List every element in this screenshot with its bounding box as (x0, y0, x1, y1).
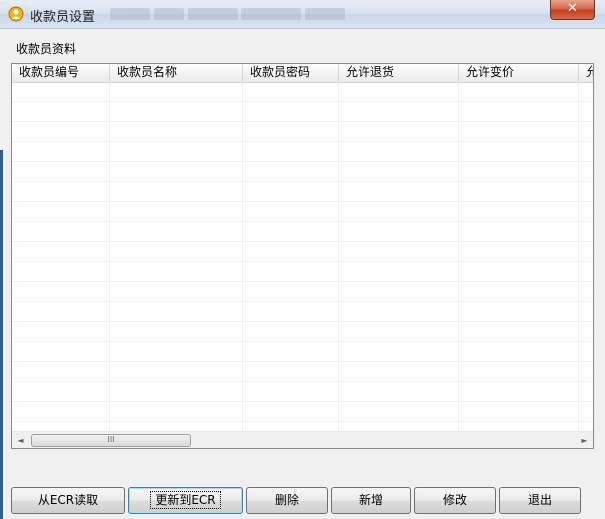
horizontal-scrollbar[interactable]: ◄ III ► (12, 431, 593, 448)
column-header-allow-price-change[interactable]: 允许变价 (459, 64, 579, 82)
column-header-cashier-password[interactable]: 收款员密码 (243, 64, 339, 82)
delete-button[interactable]: 删除 (246, 487, 328, 514)
column-header-cashier-name[interactable]: 收款员名称 (110, 64, 243, 82)
read-from-ecr-button[interactable]: 从ECR读取 (11, 487, 125, 514)
title-bar[interactable]: 收款员设置 ✕ (0, 0, 605, 29)
background-window-edge (0, 150, 3, 519)
cashier-info-group-label: 收款员资料 (16, 42, 77, 56)
close-button[interactable]: ✕ (550, 0, 595, 20)
close-icon: ✕ (567, 1, 578, 16)
column-header-allow-return[interactable]: 允许退货 (339, 64, 459, 82)
exit-button[interactable]: 退出 (499, 487, 581, 514)
list-header: 收款员编号 收款员名称 收款员密码 允许退货 允许变价 允 (12, 64, 593, 83)
column-header-cashier-id[interactable]: 收款员编号 (12, 64, 110, 82)
scroll-left-icon[interactable]: ◄ (12, 432, 29, 448)
edit-button[interactable]: 修改 (414, 487, 496, 514)
list-body[interactable] (12, 82, 593, 432)
window-title: 收款员设置 (30, 10, 96, 25)
app-icon (8, 6, 24, 22)
scrollbar-thumb[interactable]: III (31, 434, 191, 447)
cashier-settings-window: 收款员设置 ✕ 收款员资料 收款员编号 收款员名称 收款员密码 允许退货 允许变… (0, 0, 605, 519)
cashier-list[interactable]: 收款员编号 收款员名称 收款员密码 允许退货 允许变价 允 (11, 63, 594, 449)
scroll-right-icon[interactable]: ► (576, 432, 593, 448)
column-header-truncated[interactable]: 允 (579, 64, 593, 82)
add-button[interactable]: 新增 (331, 487, 411, 514)
background-toolbar-ghost (110, 4, 430, 24)
update-to-ecr-button[interactable]: 更新到ECR (128, 487, 243, 514)
